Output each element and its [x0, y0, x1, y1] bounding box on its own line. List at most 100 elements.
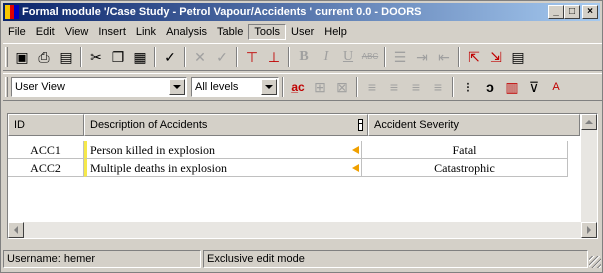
cell-description[interactable]: Multiple deaths in explosion	[84, 159, 362, 177]
menu-view[interactable]: View	[60, 24, 94, 40]
scroll-left-button[interactable]	[8, 222, 24, 238]
justify-icon[interactable]: ≡	[427, 76, 449, 98]
resize-grip-icon[interactable]	[589, 256, 601, 268]
menu-user[interactable]: User	[286, 24, 319, 40]
cut-icon[interactable]: ✂	[85, 46, 107, 68]
toolbar-separator	[356, 77, 358, 97]
toolbar-separator	[184, 47, 186, 67]
view-toolbar: User View All levels a̲c ⊞ ⊠ ≡ ≡ ≡ ≡ ⁝ ↄ…	[3, 73, 602, 101]
column-header-id[interactable]: ID	[8, 114, 84, 136]
menu-tools[interactable]: Tools	[248, 24, 287, 40]
print-icon[interactable]: ⎙	[33, 46, 55, 68]
horizontal-scrollbar[interactable]	[8, 222, 597, 238]
incoming-link-icon[interactable]	[352, 146, 359, 154]
grid-header: ID Description of Accidents Accident Sev…	[8, 114, 580, 136]
report-icon[interactable]: ▥	[501, 76, 523, 98]
cell-severity-value: Catastrophic	[434, 161, 495, 175]
insert-below-icon[interactable]: ⊥	[263, 46, 285, 68]
align-right-icon[interactable]: ≡	[405, 76, 427, 98]
menu-link[interactable]: Link	[131, 24, 161, 40]
attribute-icon[interactable]: a̲c	[287, 76, 309, 98]
column-header-description-label: Description of Accidents	[90, 119, 208, 131]
strikethrough-icon[interactable]: ABC	[359, 46, 381, 68]
more-icon[interactable]: ▤	[507, 46, 529, 68]
toolbar-separator	[458, 47, 460, 67]
arrow-right-icon	[587, 226, 591, 234]
paste-icon[interactable]: ▦	[129, 46, 151, 68]
spellcheck-icon[interactable]: ✓	[159, 46, 181, 68]
align-left-icon[interactable]: ≡	[361, 76, 383, 98]
minimize-button[interactable]: _	[548, 5, 564, 19]
level-select-value: All levels	[195, 81, 239, 93]
chevron-down-icon[interactable]	[169, 79, 185, 95]
properties-icon[interactable]: ▤	[55, 46, 77, 68]
toolbar-separator	[452, 77, 454, 97]
view-select[interactable]: User View	[11, 77, 187, 97]
bullet-list-icon[interactable]: ☰	[389, 46, 411, 68]
module-grid[interactable]: ID Description of Accidents Accident Sev…	[7, 113, 598, 239]
level-select[interactable]: All levels	[191, 77, 279, 97]
table-row[interactable]: ACC1 Person killed in explosion Fatal	[8, 141, 578, 159]
sort-icon[interactable]: ⊞	[309, 76, 331, 98]
menu-file[interactable]: File	[3, 24, 31, 40]
doors-window: Formal module '/Case Study - Petrol Vapo…	[0, 0, 603, 273]
status-edit-mode: Exclusive edit mode	[203, 250, 588, 268]
cell-severity[interactable]: Fatal	[352, 141, 568, 159]
toolbar-separator	[154, 47, 156, 67]
column-header-description[interactable]: Description of Accidents	[84, 114, 368, 136]
chevron-down-icon[interactable]	[261, 79, 277, 95]
column-header-severity[interactable]: Accident Severity	[368, 114, 580, 136]
toolbar-grip[interactable]	[5, 47, 8, 67]
filter-icon[interactable]: ⊽	[523, 76, 545, 98]
scroll-right-button[interactable]	[581, 222, 597, 238]
title-bar[interactable]: Formal module '/Case Study - Petrol Vapo…	[3, 3, 600, 21]
standard-toolbar: ▣ ⎙ ▤ ✂ ❐ ▦ ✓ ✕ ✓ ⊤ ⊥ B I U ABC ☰ ⇥ ⇤ ⇱ …	[3, 43, 602, 71]
copy-icon[interactable]: ❐	[107, 46, 129, 68]
table-row[interactable]: ACC2 Multiple deaths in explosion Catast…	[8, 159, 578, 177]
delete-icon[interactable]: ✕	[189, 46, 211, 68]
outdent-icon[interactable]: ⇤	[433, 46, 455, 68]
accept-icon[interactable]: ✓	[211, 46, 233, 68]
menu-edit[interactable]: Edit	[31, 24, 60, 40]
italic-icon[interactable]: I	[315, 46, 337, 68]
underline-icon[interactable]: U	[337, 46, 359, 68]
cell-id[interactable]: ACC2	[8, 159, 84, 177]
save-icon[interactable]: ▣	[11, 46, 33, 68]
arrow-left-icon	[14, 226, 18, 234]
toolbar-separator	[288, 47, 290, 67]
column-icon[interactable]: ⊠	[331, 76, 353, 98]
maximize-button[interactable]: □	[564, 5, 580, 19]
cell-id[interactable]: ACC1	[8, 141, 84, 159]
toolbar-separator	[80, 47, 82, 67]
toolbar-separator	[282, 77, 284, 97]
cell-severity-value: Fatal	[452, 143, 477, 157]
menu-analysis[interactable]: Analysis	[161, 24, 212, 40]
sort-az-icon[interactable]: A	[545, 76, 567, 98]
link-icon[interactable]: ↄ	[479, 76, 501, 98]
view-select-value: User View	[15, 81, 65, 93]
link-start-icon[interactable]: ⇱	[463, 46, 485, 68]
doors-app-icon	[5, 5, 20, 19]
indent-icon[interactable]: ⇥	[411, 46, 433, 68]
arrow-up-icon	[585, 120, 593, 124]
column-resize-marker-icon[interactable]	[358, 119, 363, 131]
menu-help[interactable]: Help	[319, 24, 352, 40]
menu-table[interactable]: Table	[212, 24, 248, 40]
bold-icon[interactable]: B	[293, 46, 315, 68]
outline-icon[interactable]: ⁝	[457, 76, 479, 98]
incoming-link-icon[interactable]	[352, 164, 359, 172]
cell-severity[interactable]: Catastrophic	[352, 159, 568, 177]
vertical-scrollbar[interactable]	[581, 114, 597, 222]
cell-description[interactable]: Person killed in explosion	[84, 141, 362, 159]
status-username: Username: hemer	[3, 250, 201, 268]
insert-above-icon[interactable]: ⊤	[241, 46, 263, 68]
window-title: Formal module '/Case Study - Petrol Vapo…	[22, 6, 422, 18]
link-end-icon[interactable]: ⇲	[485, 46, 507, 68]
menu-insert[interactable]: Insert	[93, 24, 131, 40]
close-button[interactable]: ×	[582, 5, 598, 19]
toolbar-grip[interactable]	[5, 77, 8, 97]
toolbar-separator	[236, 47, 238, 67]
align-center-icon[interactable]: ≡	[383, 76, 405, 98]
toolbar-separator	[384, 47, 386, 67]
scroll-up-button[interactable]	[581, 114, 597, 130]
